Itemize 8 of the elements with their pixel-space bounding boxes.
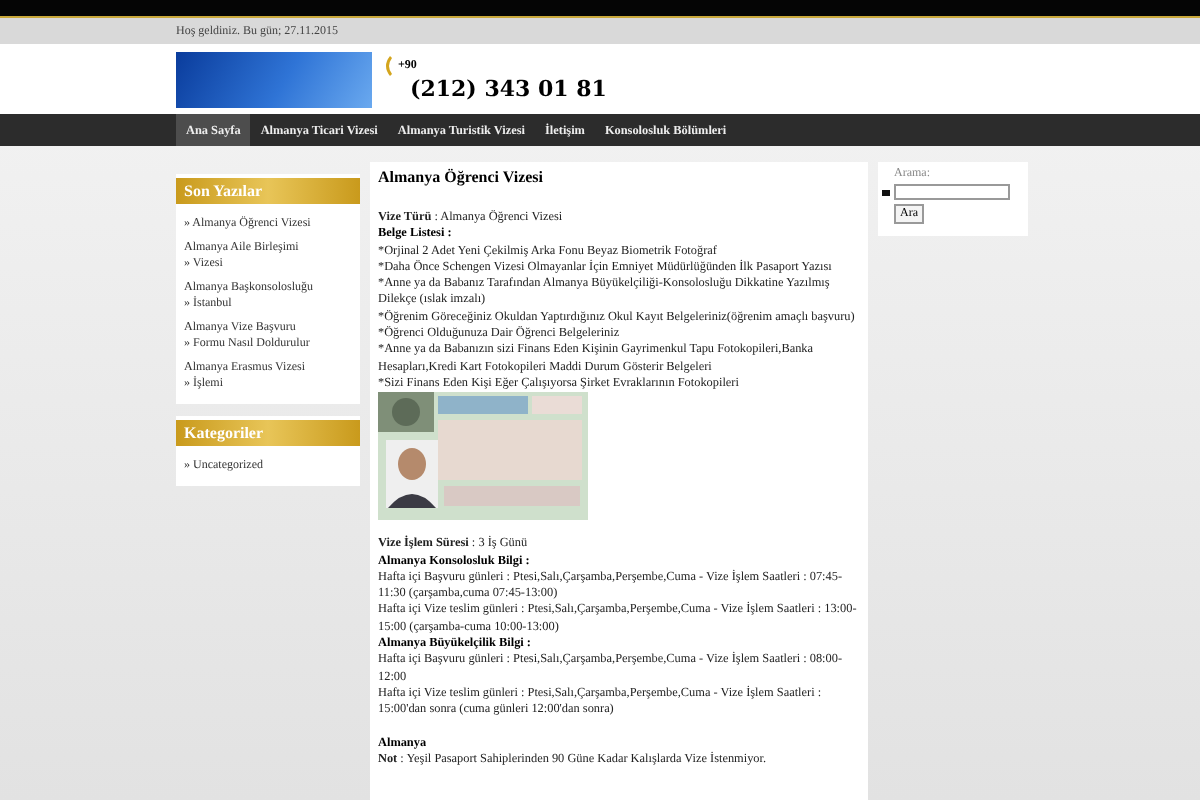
phone-icon [382,56,392,76]
article-title: Almanya Öğrenci Vizesi [378,168,546,186]
panel-title: Kategoriler [176,420,360,446]
site-logo[interactable] [176,51,372,107]
phone-number: (212) 343 01 81 [408,76,607,102]
bullet-icon [882,189,890,195]
panel-title: Son Yazılar [176,178,360,204]
search-field[interactable] [894,184,1010,200]
